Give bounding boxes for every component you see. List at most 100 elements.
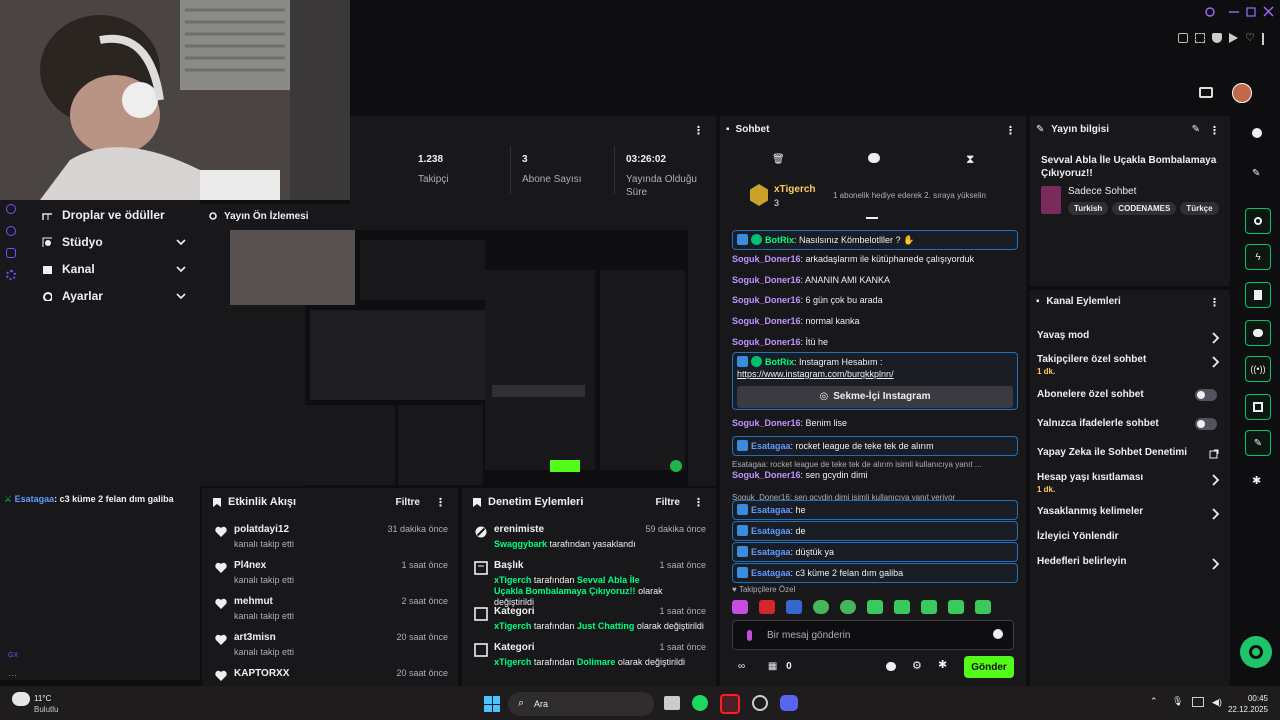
- chevron-up-icon[interactable]: ⌃: [1150, 696, 1158, 707]
- spotify-icon[interactable]: [692, 695, 708, 711]
- channel-action-item[interactable]: İzleyici Yönlendir: [1037, 531, 1223, 542]
- chat-message[interactable]: Esatagaa: düştük ya: [732, 542, 1018, 562]
- send-button[interactable]: Gönder: [964, 656, 1014, 678]
- help-button[interactable]: [1240, 636, 1272, 668]
- chat-username[interactable]: Soguk_Doner16: [732, 316, 801, 326]
- rail-button-list[interactable]: [1245, 282, 1271, 308]
- trash-icon[interactable]: 🗑: [772, 154, 785, 165]
- hourglass-icon[interactable]: ⧗: [966, 152, 974, 167]
- chat-username[interactable]: Esatagaa: [751, 441, 791, 451]
- channel-action-item[interactable]: Hesap yaşı kısıtlaması 1 dk.: [1037, 472, 1223, 494]
- discord-icon[interactable]: [780, 695, 798, 711]
- more-options-icon[interactable]: ⋮: [435, 496, 446, 509]
- chat-username[interactable]: BotRix: [765, 357, 794, 367]
- emote-icon[interactable]: [732, 600, 748, 614]
- moderation-filter-button[interactable]: Filtre: [656, 497, 680, 508]
- chat-message[interactable]: Esatagaa: c3 küme 2 felan dım galiba: [732, 563, 1018, 583]
- emote-icon[interactable]: [840, 600, 856, 614]
- chat-username[interactable]: Esatagaa: [751, 505, 791, 515]
- emote-icon[interactable]: [867, 600, 883, 614]
- chat-message[interactable]: Soguk_Doner16: ANANIN AMI KANKA: [732, 274, 1018, 286]
- mic-icon[interactable]: [747, 630, 752, 641]
- app-icon[interactable]: [752, 695, 768, 711]
- moderation-row[interactable]: Kategori 1 saat önce xTigerch tarafından…: [462, 638, 716, 674]
- emote-icon[interactable]: [813, 600, 829, 614]
- crop-icon[interactable]: [1195, 33, 1205, 43]
- display-icon[interactable]: [1192, 697, 1204, 707]
- weather-icon[interactable]: [12, 692, 30, 706]
- taskbar-search[interactable]: ⌕ Ara: [508, 692, 654, 716]
- sidebar-icon[interactable]: [1261, 33, 1264, 45]
- emoji-icon[interactable]: [993, 629, 1003, 639]
- toggle-switch[interactable]: [1195, 418, 1217, 430]
- chat-username[interactable]: Soguk_Doner16: [732, 275, 801, 285]
- emote-icon[interactable]: [948, 600, 964, 614]
- rail-button-preview[interactable]: [1245, 208, 1271, 234]
- channel-action-item[interactable]: Yavaş mod: [1037, 330, 1223, 344]
- chat-message[interactable]: Soguk_Doner16: normal kanka: [732, 315, 1018, 327]
- info-icon[interactable]: [1252, 128, 1262, 138]
- chat-username[interactable]: Esatagaa: [751, 568, 791, 578]
- moderation-row[interactable]: erenimiste 59 dakika önce Swaggybark tar…: [462, 520, 716, 556]
- preview-video[interactable]: [230, 230, 688, 486]
- chat-username[interactable]: Soguk_Doner16: [732, 418, 801, 428]
- rail-button-moderation[interactable]: [1245, 394, 1271, 420]
- emote-icon[interactable]: [786, 600, 802, 614]
- chat-message[interactable]: Soguk_Doner16: Benim lise: [732, 417, 1018, 429]
- chat-message[interactable]: Soguk_Doner16: İtü he: [732, 336, 1018, 348]
- chat-bubble-icon[interactable]: [886, 662, 896, 671]
- chat-username[interactable]: Soguk_Doner16: [732, 337, 801, 347]
- points-area[interactable]: ∞ ▦ 0: [738, 661, 792, 672]
- chat-username[interactable]: Esatagaa: [751, 547, 791, 557]
- drag-handle-icon[interactable]: [866, 217, 878, 219]
- activity-row[interactable]: art3misn 20 saat önce kanalı takip etti: [202, 628, 458, 664]
- chat-message[interactable]: Soguk_Doner16: sen gcydin dimi: [732, 469, 1018, 481]
- category-name[interactable]: Sadece Sohbet: [1068, 186, 1136, 197]
- opera-gx-icon[interactable]: [720, 694, 740, 714]
- chat-username[interactable]: BotRix: [765, 235, 794, 245]
- chat-username[interactable]: Soguk_Doner16: [732, 295, 801, 305]
- instagram-link[interactable]: https://www.instagram.com/burqkkplnn/: [737, 369, 894, 379]
- more-options-icon[interactable]: ⋮: [693, 124, 704, 137]
- gx-icon[interactable]: GX: [8, 652, 18, 659]
- avatar[interactable]: [1232, 83, 1252, 103]
- emote-icon[interactable]: [759, 600, 775, 614]
- send-icon[interactable]: [1229, 33, 1238, 43]
- activity-row[interactable]: mehmut 2 saat önce kanalı takip etti: [202, 592, 458, 628]
- moderation-row[interactable]: Başlık 1 saat önce xTigerch tarafından S…: [462, 556, 716, 607]
- channel-action-item[interactable]: Yapay Zeka ile Sohbet Denetimi: [1037, 447, 1223, 459]
- tag[interactable]: Türkçe: [1180, 202, 1219, 215]
- more-icon[interactable]: ···: [8, 670, 17, 680]
- clock-time[interactable]: 00:45: [1244, 694, 1268, 703]
- shield-icon[interactable]: [1212, 33, 1222, 43]
- chat-username[interactable]: Soguk_Doner16: [732, 470, 801, 480]
- task-view-icon[interactable]: [664, 696, 680, 710]
- chat-username[interactable]: Esatagaa: [751, 526, 791, 536]
- rail-button-chat[interactable]: [1245, 320, 1271, 346]
- chat-message[interactable]: Soguk_Doner16: 6 gün çok bu arada: [732, 294, 1018, 306]
- channel-action-item[interactable]: Hedefleri belirleyin: [1037, 556, 1223, 570]
- channel-action-item[interactable]: Abonelere özel sohbet: [1037, 389, 1223, 401]
- clock-date[interactable]: 22.12.2025: [1226, 705, 1268, 714]
- toggle-switch[interactable]: [1195, 389, 1217, 401]
- emote-icon[interactable]: [975, 600, 991, 614]
- rail-button-broadcast[interactable]: ((•)): [1245, 356, 1271, 382]
- channel-action-item[interactable]: Takipçilere özel sohbet 1 dk.: [1037, 354, 1223, 376]
- pin-icon[interactable]: [1178, 33, 1188, 43]
- puzzle-icon[interactable]: ✱: [938, 658, 947, 671]
- chat-message[interactable]: Esatagaa: he: [732, 500, 1018, 520]
- gear-icon[interactable]: ⚙: [912, 659, 922, 672]
- activity-row[interactable]: polatdayi12 31 dakika önce kanalı takip et…: [202, 520, 458, 556]
- nav-studio[interactable]: Stüdyo: [0, 229, 200, 255]
- chat-message[interactable]: Esatagaa: rocket league de teke tek de a…: [732, 436, 1018, 456]
- chat-username[interactable]: Soguk_Doner16: [732, 254, 801, 264]
- mic-icon[interactable]: 🎙: [1172, 696, 1183, 707]
- moderation-row[interactable]: Kategori 1 saat önce xTigerch tarafından…: [462, 602, 716, 638]
- nav-settings[interactable]: Ayarlar: [0, 283, 200, 309]
- rail-button-flash[interactable]: ϟ: [1245, 244, 1271, 270]
- more-options-icon[interactable]: ⋮: [693, 496, 704, 509]
- theater-mode-icon[interactable]: [1199, 87, 1213, 98]
- chat-input[interactable]: Bir mesaj gönderin: [732, 620, 1014, 650]
- start-button[interactable]: [484, 696, 500, 712]
- heart-icon[interactable]: ♡: [1245, 33, 1255, 47]
